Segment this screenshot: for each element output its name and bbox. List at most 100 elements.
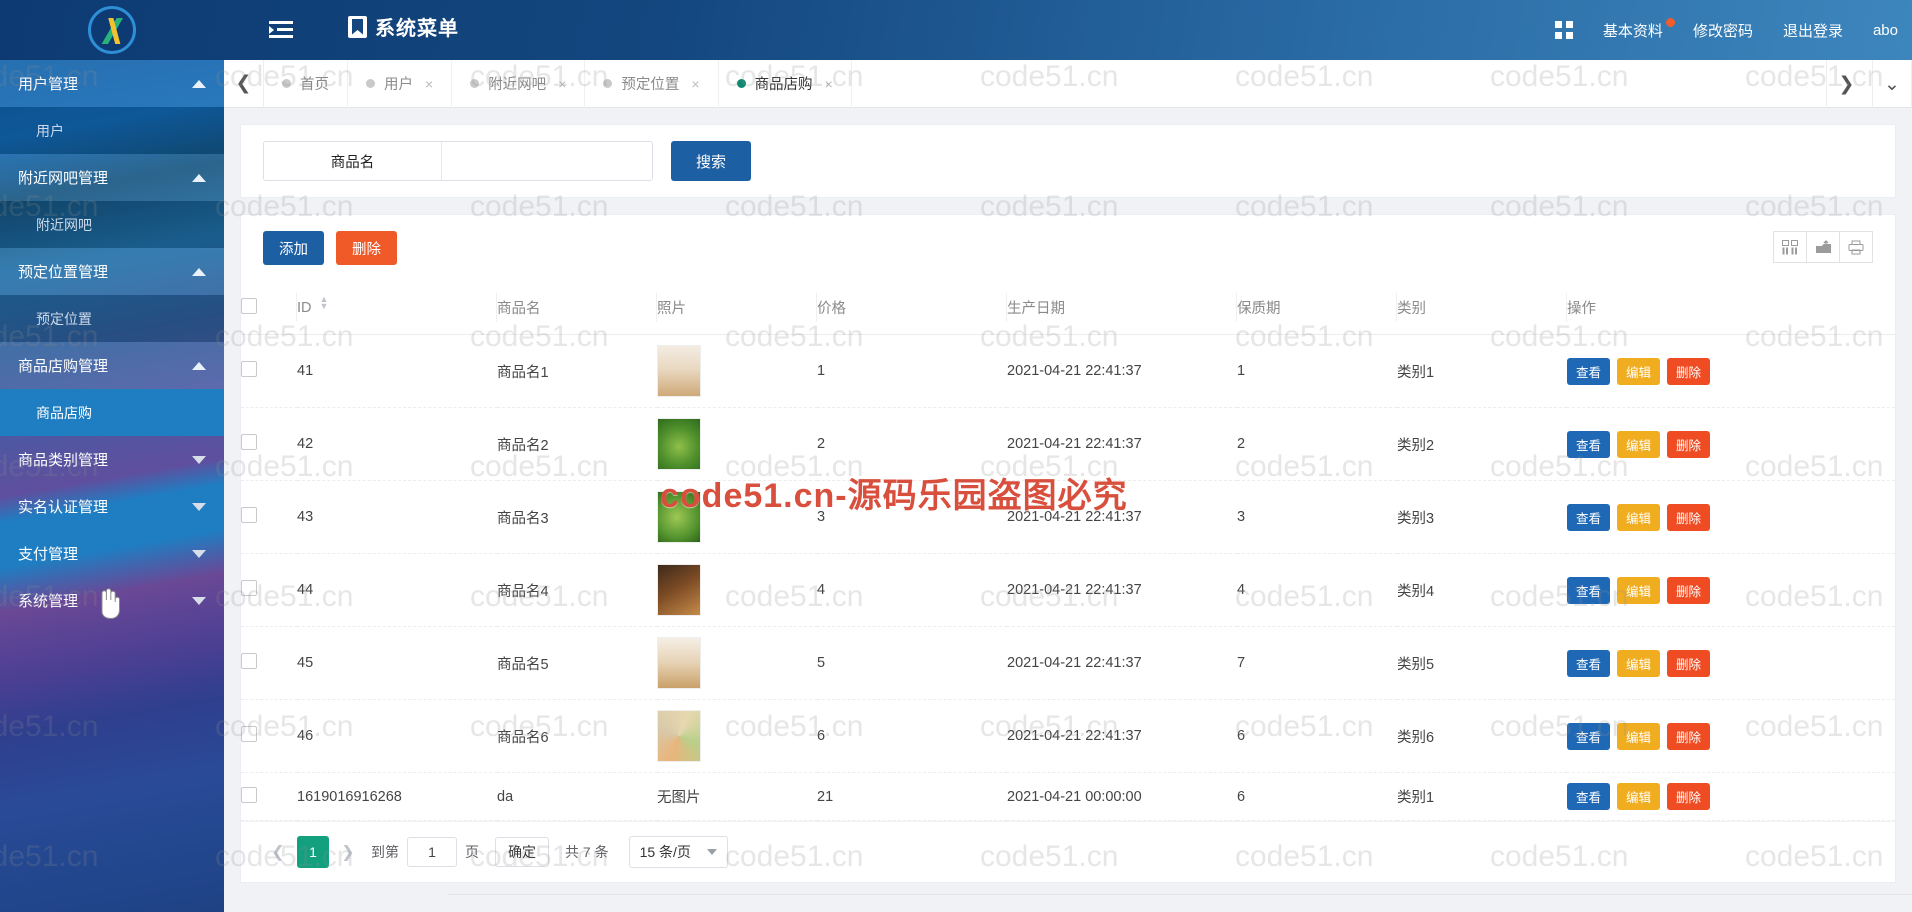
col-photo: 照片 [657, 281, 817, 335]
header-link-logout[interactable]: 退出登录 [1783, 20, 1843, 41]
sidebar-group-7[interactable]: 系统管理 [0, 577, 224, 624]
sidebar-group-4[interactable]: 商品类别管理 [0, 436, 224, 483]
product-thumbnail [657, 637, 701, 689]
page-size-select[interactable]: 15 条/页 [628, 836, 728, 868]
row-checkbox[interactable] [241, 434, 257, 450]
edit-button[interactable]: 编辑 [1617, 503, 1661, 531]
row-checkbox[interactable] [241, 653, 257, 669]
edit-button[interactable]: 编辑 [1617, 576, 1661, 604]
sidebar-item-0-0[interactable]: 用户 [0, 107, 224, 154]
tab-close-icon[interactable]: × [558, 76, 566, 92]
tabs-scroll-right-button[interactable]: ❯ [1826, 60, 1866, 108]
view-button[interactable]: 查看 [1567, 503, 1611, 531]
view-button[interactable]: 查看 [1567, 649, 1611, 677]
sidebar-group-label: 商品类别管理 [18, 452, 109, 469]
cell-price: 21 [817, 772, 1007, 821]
search-row: 商品名 搜索 [241, 125, 1895, 197]
tab-close-icon[interactable]: × [825, 76, 833, 92]
tab-close-icon[interactable]: × [425, 76, 433, 92]
header-link-change-password[interactable]: 修改密码 [1693, 20, 1753, 41]
table-header-row: ID ▲ ▼ 商品名 照片 价格 生产日期 保质期 类别 操作 [241, 281, 1895, 335]
print-icon[interactable] [1839, 231, 1873, 263]
sidebar-group-5[interactable]: 实名认证管理 [0, 483, 224, 530]
page-number-1[interactable]: 1 [297, 836, 329, 868]
delete-row-button[interactable]: 删除 [1667, 503, 1711, 531]
view-button[interactable]: 查看 [1567, 783, 1611, 810]
sidebar-group-2[interactable]: 预定位置管理 [0, 248, 224, 295]
tab-status-dot [282, 79, 291, 88]
cell-actions: 查看 编辑 删除 [1567, 699, 1895, 773]
page-prev-button[interactable]: ❮ [263, 837, 293, 867]
tab-0[interactable]: 首页 [264, 59, 348, 108]
search-field-group: 商品名 [263, 141, 653, 181]
sidebar-item-1-0[interactable]: 附近网吧 [0, 201, 224, 248]
edit-button[interactable]: 编辑 [1617, 430, 1661, 458]
delete-row-button[interactable]: 删除 [1667, 357, 1711, 385]
delete-row-button[interactable]: 删除 [1667, 722, 1711, 750]
page-next-button[interactable]: ❯ [333, 837, 363, 867]
cell-name: 商品名1 [497, 334, 657, 408]
sidebar-group-label: 附近网吧管理 [18, 170, 109, 187]
col-id[interactable]: ID ▲ ▼ [297, 281, 497, 335]
delete-row-button[interactable]: 删除 [1667, 430, 1711, 458]
tab-4[interactable]: 商品店购 × [719, 59, 852, 108]
row-checkbox[interactable] [241, 507, 257, 523]
sidebar-item-3-0[interactable]: 商品店购 [0, 389, 224, 436]
delete-button[interactable]: 删除 [336, 231, 397, 265]
cell-actions: 查看 编辑 删除 [1567, 772, 1895, 821]
sort-icon[interactable]: ▲ ▼ [320, 295, 329, 311]
table-row: 41 商品名1 1 2021-04-21 22:41:37 1 类别1 查看 编辑 删除 [241, 334, 1895, 408]
sidebar-group-0[interactable]: 用户管理 [0, 60, 224, 107]
cell-produced: 2021-04-21 22:41:37 [1007, 626, 1237, 700]
tab-3[interactable]: 预定位置 × [585, 59, 719, 108]
edit-button[interactable]: 编辑 [1617, 783, 1661, 810]
fullscreen-icon[interactable] [1554, 21, 1573, 39]
goto-page-input[interactable] [407, 837, 457, 867]
tabs-scroll-left-button[interactable]: ❮ [224, 59, 264, 108]
tab-2[interactable]: 附近网吧 × [452, 59, 586, 108]
cell-category: 类别4 [1397, 553, 1567, 627]
sidebar-group-3[interactable]: 商品店购管理 [0, 342, 224, 389]
columns-icon[interactable] [1773, 231, 1807, 263]
view-button[interactable]: 查看 [1567, 576, 1611, 604]
menu-collapse-icon[interactable] [268, 18, 294, 42]
cell-price: 4 [817, 553, 1007, 627]
edit-button[interactable]: 编辑 [1617, 722, 1661, 750]
tab-close-icon[interactable]: × [691, 76, 699, 92]
edit-button[interactable]: 编辑 [1617, 649, 1661, 677]
edit-button[interactable]: 编辑 [1617, 357, 1661, 385]
delete-row-button[interactable]: 删除 [1667, 649, 1711, 677]
view-button[interactable]: 查看 [1567, 357, 1611, 385]
row-checkbox[interactable] [241, 580, 257, 596]
row-select-cell [241, 772, 297, 821]
view-button[interactable]: 查看 [1567, 722, 1611, 750]
add-button[interactable]: 添加 [263, 231, 324, 265]
goto-confirm-button[interactable]: 确定 [495, 837, 549, 867]
row-checkbox[interactable] [241, 726, 257, 742]
search-input[interactable] [442, 142, 652, 180]
tab-label: 预定位置 [621, 77, 680, 93]
cell-photo [657, 407, 817, 481]
delete-row-button[interactable]: 删除 [1667, 783, 1711, 810]
select-all-checkbox[interactable] [241, 297, 257, 314]
row-checkbox[interactable] [241, 786, 257, 803]
search-button[interactable]: 搜索 [671, 141, 751, 181]
sidebar-item-2-0[interactable]: 预定位置 [0, 295, 224, 342]
tab-1[interactable]: 用户 × [348, 59, 453, 108]
cell-category: 类别6 [1397, 699, 1567, 773]
export-icon[interactable] [1806, 231, 1840, 263]
col-name: 商品名 [497, 281, 657, 335]
cell-actions: 查看 编辑 删除 [1567, 626, 1895, 700]
header-username[interactable]: abo [1873, 22, 1898, 39]
header-link-profile[interactable]: 基本资料 [1603, 17, 1675, 41]
view-button[interactable]: 查看 [1567, 430, 1611, 458]
tabs-dropdown-button[interactable]: ⌄ [1872, 60, 1912, 108]
cell-id: 45 [297, 626, 497, 700]
sidebar-group-1[interactable]: 附近网吧管理 [0, 154, 224, 201]
cell-price: 5 [817, 626, 1007, 700]
row-checkbox[interactable] [241, 361, 257, 377]
cell-actions: 查看 编辑 删除 [1567, 407, 1895, 481]
sidebar-group-6[interactable]: 支付管理 [0, 530, 224, 577]
search-field-label: 商品名 [264, 142, 442, 180]
delete-row-button[interactable]: 删除 [1667, 576, 1711, 604]
